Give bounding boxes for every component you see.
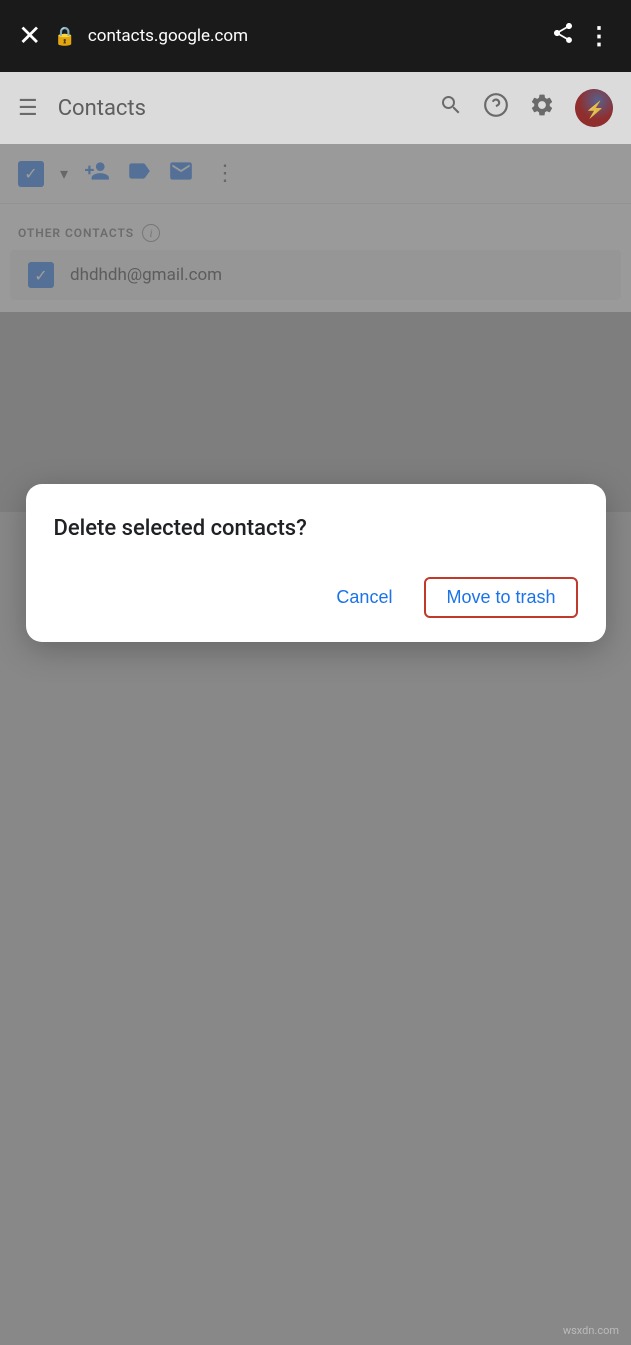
app-header: ☰ Contacts [0,72,631,144]
dialog-title: Delete selected contacts? [54,516,578,541]
hamburger-icon[interactable]: ☰ [18,96,38,121]
settings-icon[interactable] [529,92,555,124]
browser-close-button[interactable]: ✕ [18,22,41,50]
avatar-image: ⚡ [575,89,613,127]
lock-icon: 🔒 [53,26,75,47]
delete-dialog: Delete selected contacts? Cancel Move to… [26,484,606,642]
cancel-button[interactable]: Cancel [320,579,408,616]
avatar[interactable]: ⚡ [575,89,613,127]
share-icon[interactable] [551,21,575,51]
help-icon[interactable] [483,92,509,124]
svg-text:⚡: ⚡ [585,100,605,119]
app-title: Contacts [58,96,419,121]
browser-more-icon[interactable]: ⋮ [587,22,613,50]
move-to-trash-button[interactable]: Move to trash [424,577,577,618]
url-bar[interactable]: contacts.google.com [88,26,539,46]
browser-chrome: ✕ 🔒 contacts.google.com ⋮ [0,0,631,72]
watermark: wsxdn.com [563,1324,619,1337]
search-icon[interactable] [439,93,463,123]
app-background: ☰ Contacts [0,72,631,512]
modal-overlay: Delete selected contacts? Cancel Move to… [0,144,631,512]
dialog-actions: Cancel Move to trash [54,577,578,618]
